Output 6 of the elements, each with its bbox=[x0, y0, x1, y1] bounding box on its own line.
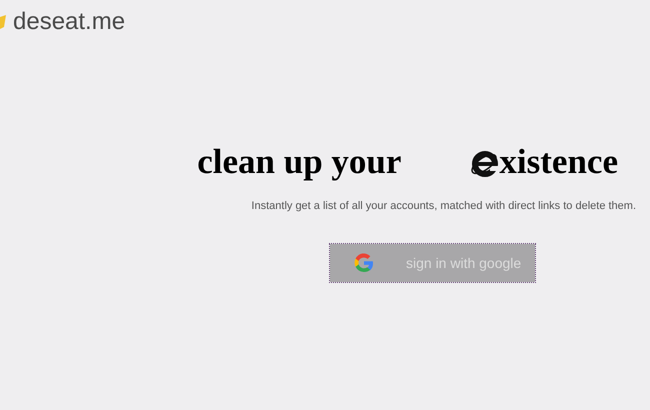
logo-icon bbox=[0, 15, 6, 29]
google-g-icon bbox=[352, 251, 376, 275]
headline-text: clean up your bbox=[197, 142, 402, 182]
subtitle-text: Instantly get a list of all your accounts, matched with direct links to delete them. bbox=[251, 200, 636, 212]
logo-text: deseat.me bbox=[13, 8, 126, 36]
headline-text: xistence bbox=[499, 142, 618, 182]
